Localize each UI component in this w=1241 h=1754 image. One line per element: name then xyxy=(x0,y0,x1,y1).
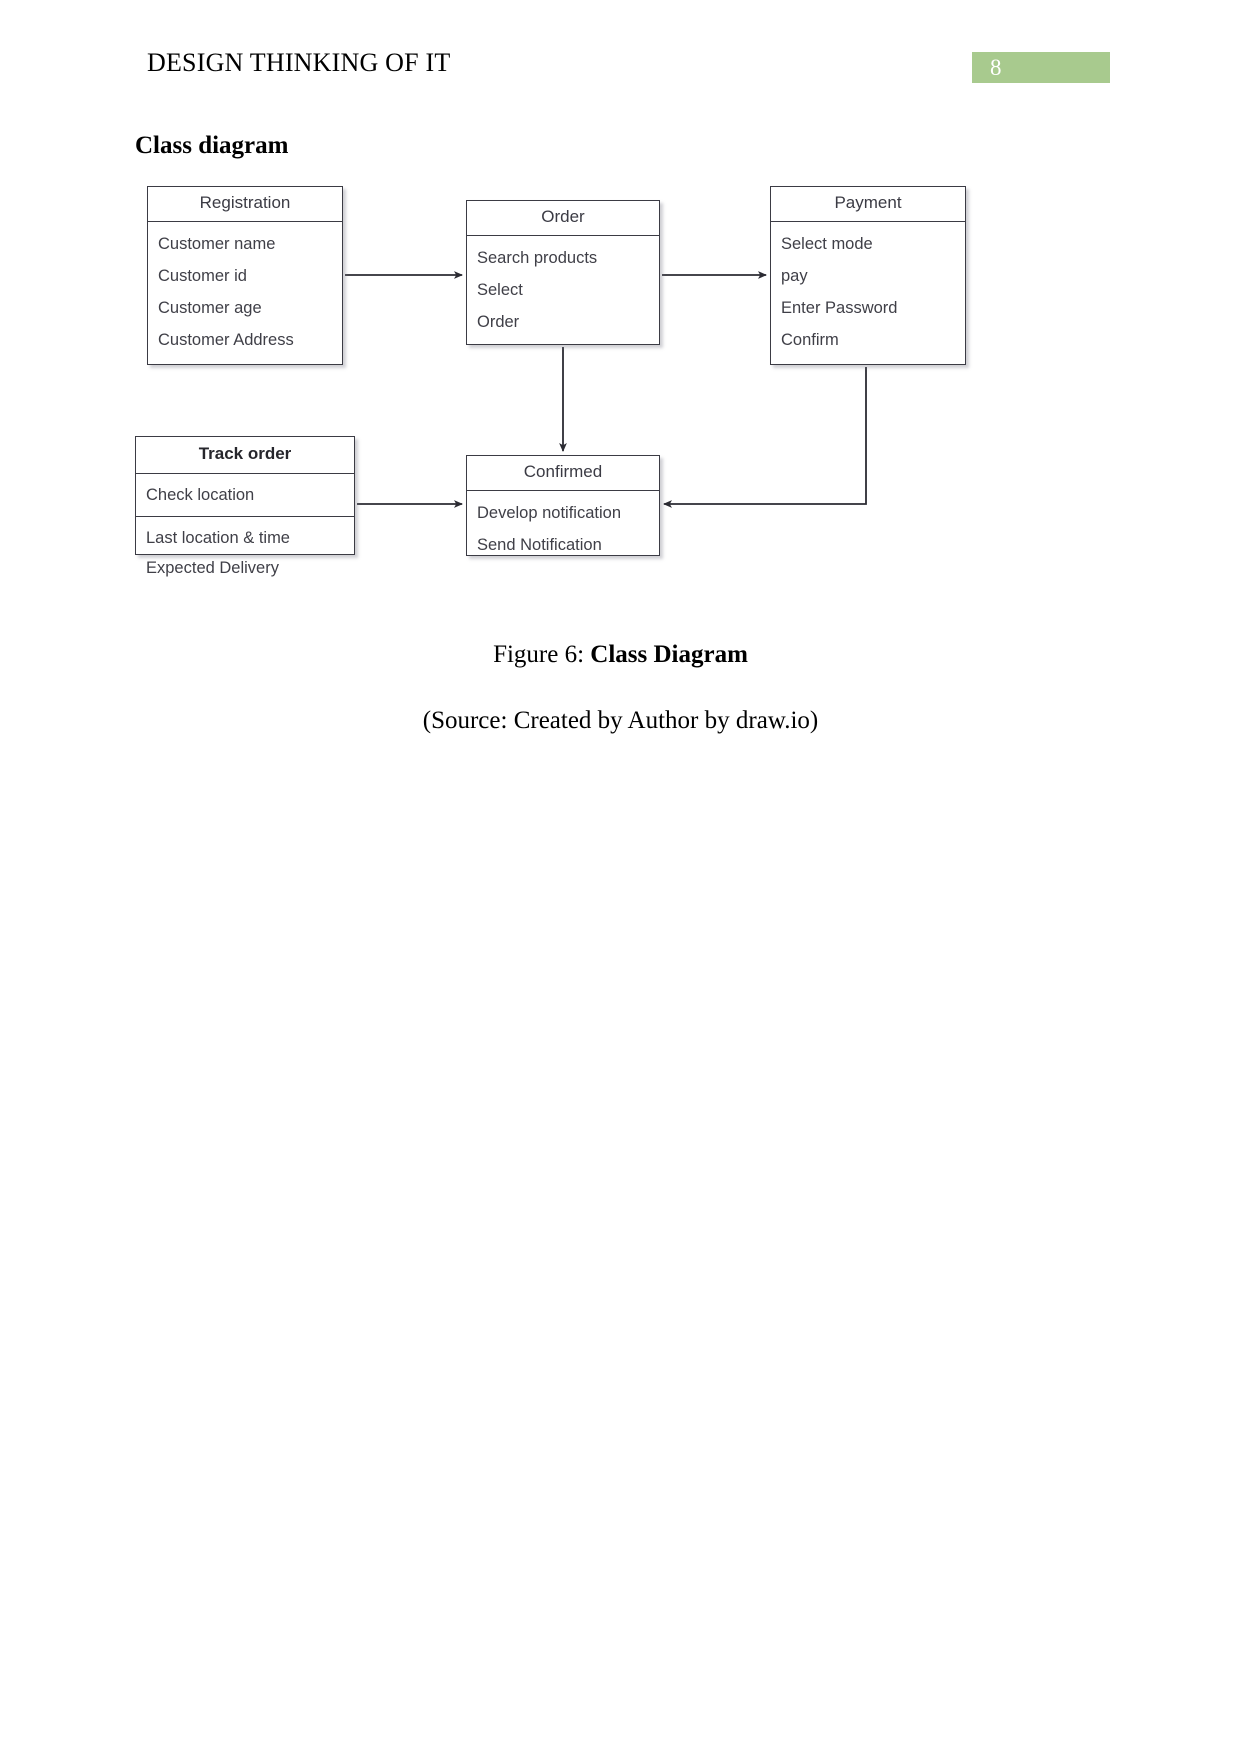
page-number: 8 xyxy=(990,55,1002,80)
class-attribute: Customer name xyxy=(158,234,276,253)
class-name-payment: Payment xyxy=(771,187,965,222)
class-attribute: Search products xyxy=(477,248,598,267)
connector-payment-to-confirmed xyxy=(663,367,867,508)
page-number-badge: 8 xyxy=(972,52,1110,83)
class-attribute: Expected Delivery xyxy=(146,558,279,577)
class-name-confirmed: Confirmed xyxy=(467,456,659,491)
class-name-registration: Registration xyxy=(148,187,342,222)
class-attribute: Order xyxy=(477,312,520,331)
figure-caption: Figure 6: Class Diagram xyxy=(0,642,1241,667)
class-attribute: Select xyxy=(477,280,523,299)
class-attribute: Enter Password xyxy=(781,298,898,317)
class-attributes-order: Search products Select Order xyxy=(467,236,659,344)
class-box-payment[interactable]: Payment Select mode pay Enter Password C… xyxy=(770,186,966,365)
class-attributes-confirmed: Develop notification Send Notification xyxy=(467,491,659,567)
class-attributes-payment: Select mode pay Enter Password Confirm xyxy=(771,222,965,363)
class-attribute: Last location & time xyxy=(146,528,290,547)
class-attribute: pay xyxy=(781,266,808,285)
class-box-confirmed[interactable]: Confirmed Develop notification Send Noti… xyxy=(466,455,660,556)
class-name-order: Order xyxy=(467,201,659,236)
class-attribute: Select mode xyxy=(781,234,873,253)
class-attribute: Send Notification xyxy=(477,535,602,554)
class-attribute: Develop notification xyxy=(477,503,622,522)
class-attribute: Customer Address xyxy=(158,331,294,350)
class-attribute: Customer age xyxy=(158,298,262,317)
page-header: DESIGN THINKING OF IT 8 xyxy=(0,0,1241,110)
figure-source-note: (Source: Created by Author by draw.io) xyxy=(422,707,819,734)
section-heading: Class diagram xyxy=(135,132,289,159)
class-attribute: Customer id xyxy=(158,266,247,285)
class-attribute: Check location xyxy=(146,485,255,504)
class-attributes-registration: Customer name Customer id Customer age C… xyxy=(148,222,342,363)
class-name-track-order: Track order xyxy=(136,437,354,474)
class-attribute: Confirm xyxy=(781,331,839,350)
document-header-title: DESIGN THINKING OF IT xyxy=(147,48,451,77)
figure-caption-label: Figure 6: xyxy=(493,641,591,668)
class-attributes-track-order-primary: Check location xyxy=(136,474,354,516)
figure-caption-title: Class Diagram xyxy=(590,641,748,668)
class-box-registration[interactable]: Registration Customer name Customer id C… xyxy=(147,186,343,365)
class-box-track-order[interactable]: Track order Check location Last location… xyxy=(135,436,355,577)
class-diagram-figure: Registration Customer name Customer id C… xyxy=(0,165,1241,625)
class-box-order[interactable]: Order Search products Select Order xyxy=(466,200,660,345)
class-attributes-track-order-secondary: Last location & time Expected Delivery xyxy=(136,515,354,589)
